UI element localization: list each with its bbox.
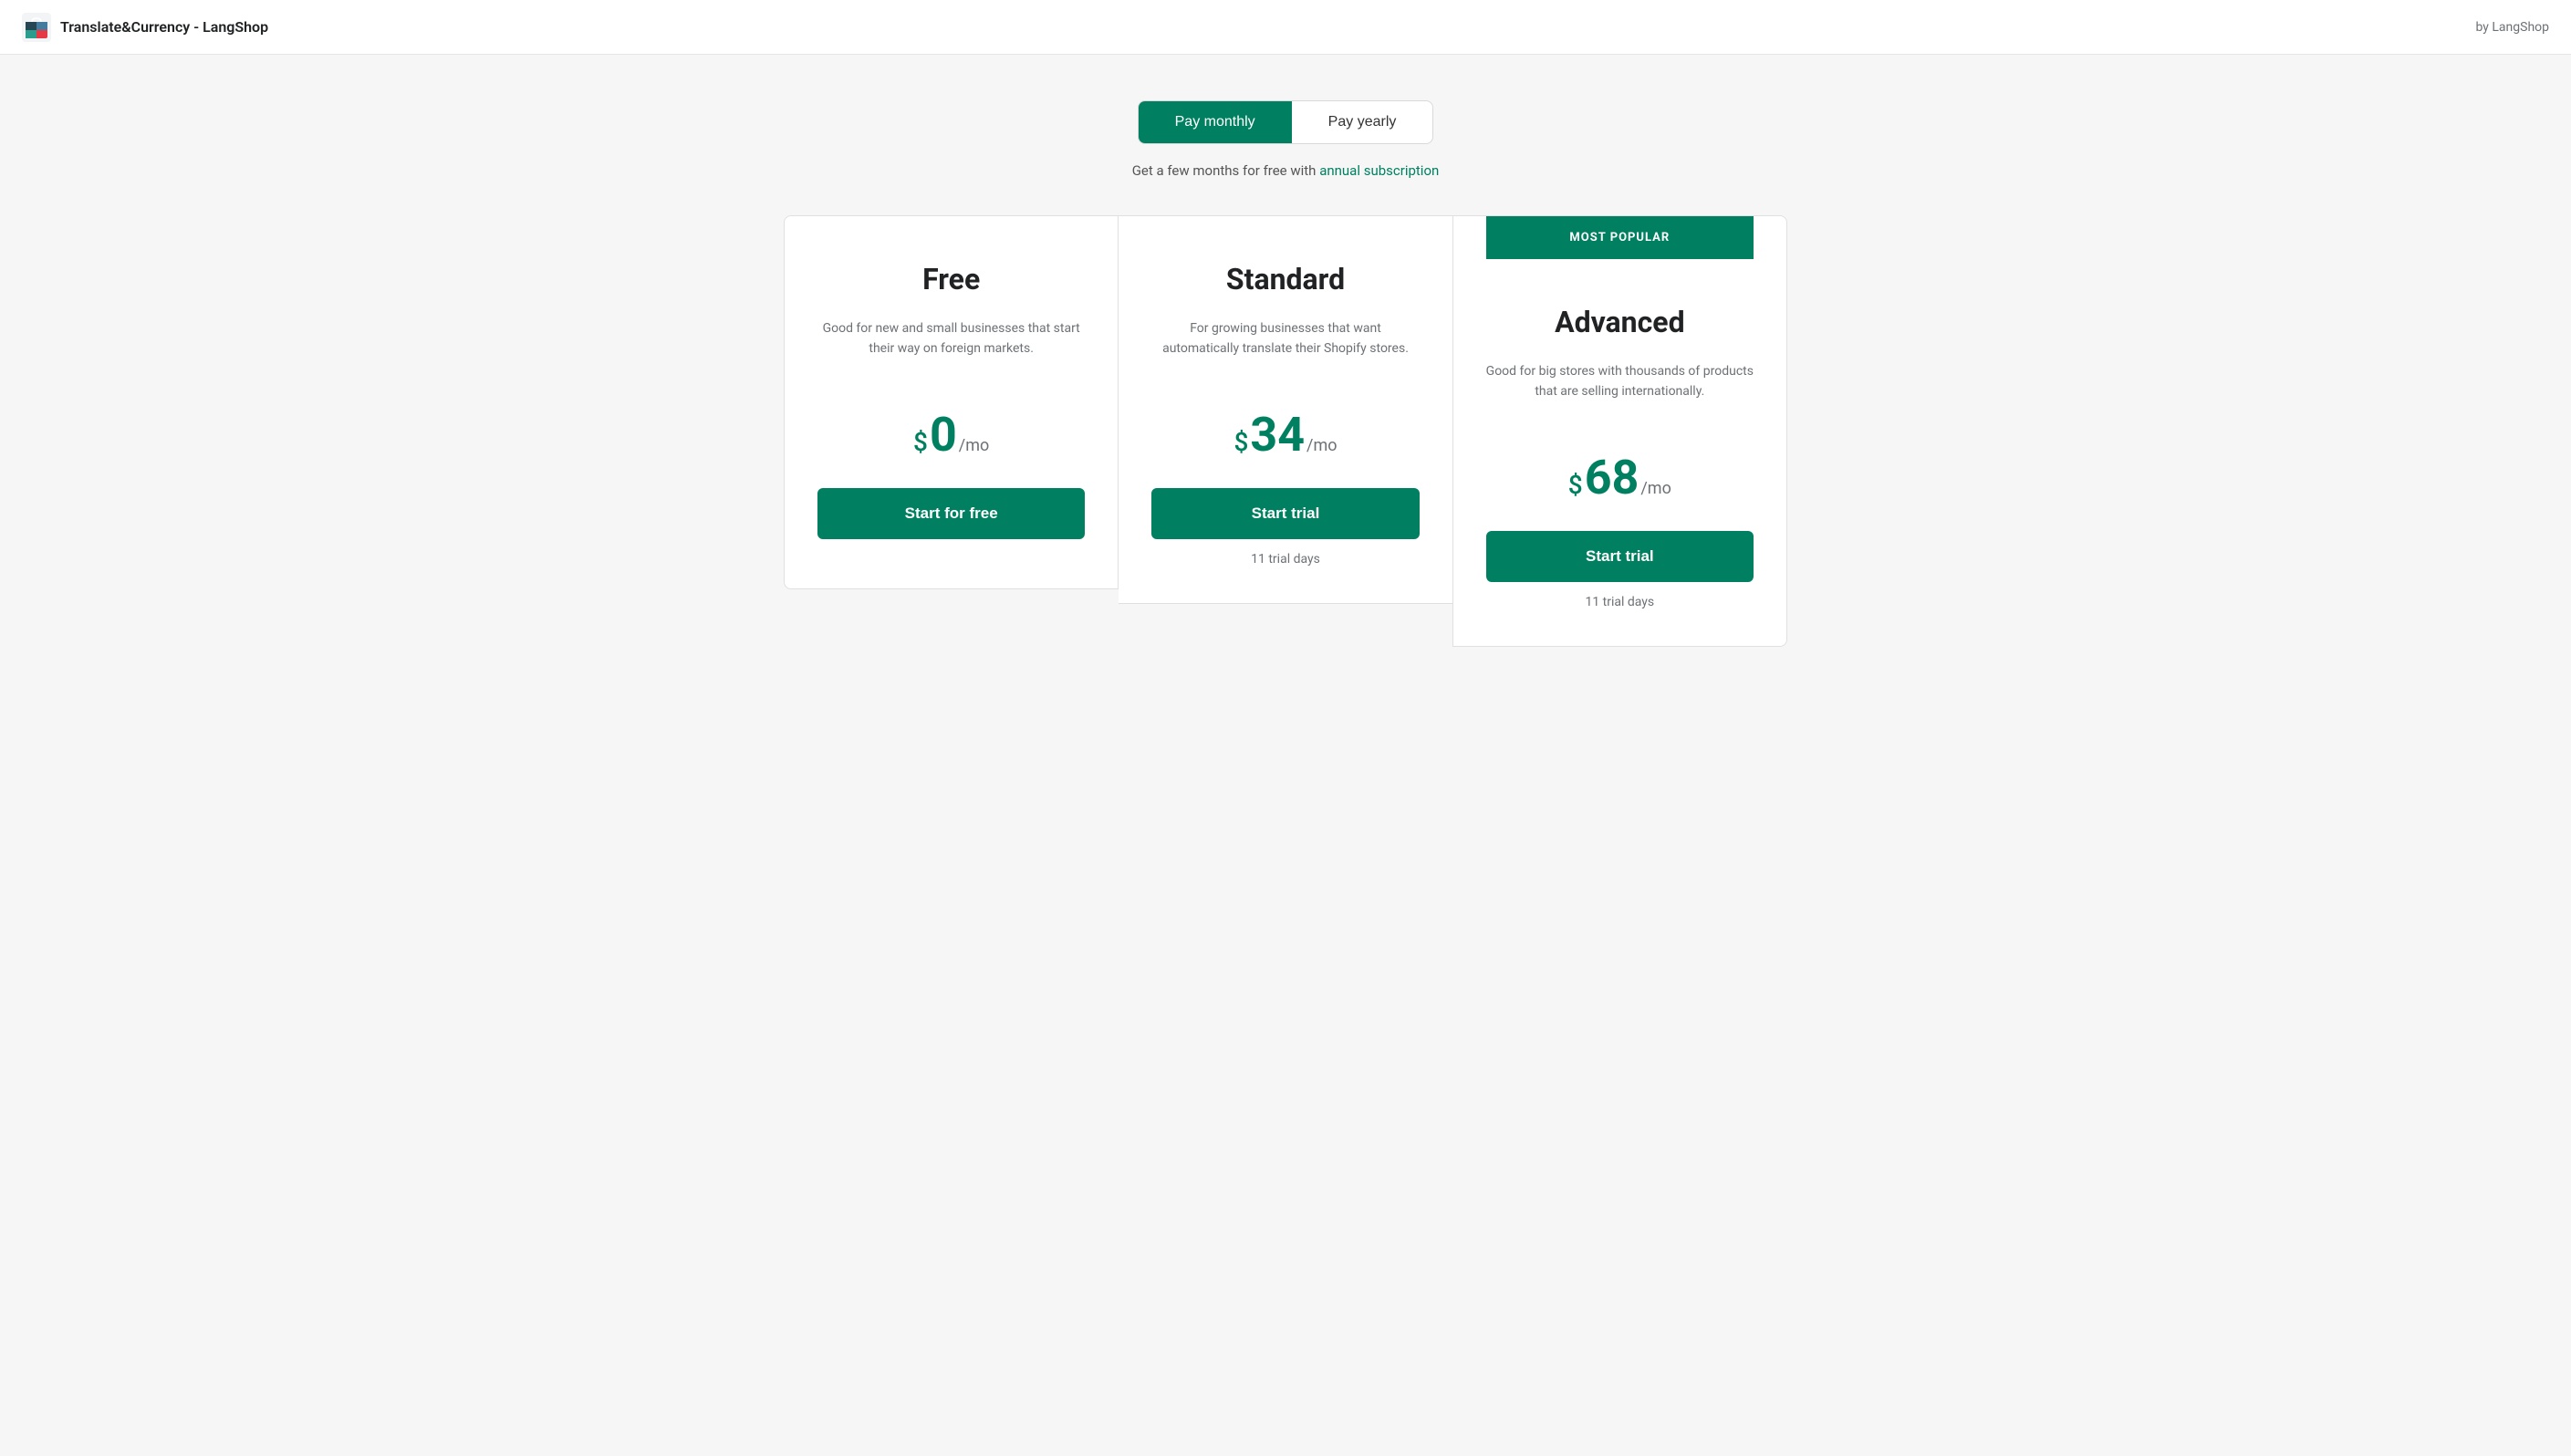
plan-card-advanced: MOST POPULAR Advanced Good for big store…	[1452, 215, 1787, 647]
plan-description-standard: For growing businesses that want automat…	[1151, 318, 1419, 382]
top-bar-left: Translate&Currency - LangShop	[22, 13, 268, 42]
plan-description-advanced: Good for big stores with thousands of pr…	[1486, 361, 1754, 425]
price-period-free: /mo	[959, 436, 989, 455]
annual-subscription-link[interactable]: annual subscription	[1319, 162, 1439, 179]
price-dollar-free: $	[913, 427, 928, 457]
pay-yearly-button[interactable]: Pay yearly	[1292, 101, 1433, 143]
price-dollar-advanced: $	[1568, 470, 1583, 500]
most-popular-badge: MOST POPULAR	[1486, 216, 1754, 259]
by-label: by LangShop	[2476, 20, 2550, 35]
plan-card-standard: Standard For growing businesses that wan…	[1119, 215, 1452, 604]
price-amount-free: 0	[930, 411, 957, 459]
billing-toggle: Pay monthly Pay yearly	[1138, 100, 1434, 144]
main-content: Pay monthly Pay yearly Get a few months …	[0, 55, 2571, 702]
app-icon	[22, 13, 51, 42]
price-amount-standard: 34	[1250, 411, 1305, 459]
pricing-cards: Free Good for new and small businesses t…	[784, 215, 1787, 647]
app-title: Translate&Currency - LangShop	[60, 18, 268, 36]
price-free: $ 0 /mo	[913, 411, 989, 459]
price-period-advanced: /mo	[1640, 479, 1671, 498]
plan-name-free: Free	[922, 262, 980, 296]
plan-name-advanced: Advanced	[1555, 305, 1685, 339]
price-dollar-standard: $	[1233, 427, 1248, 457]
plan-name-standard: Standard	[1226, 262, 1345, 296]
plan-card-free: Free Good for new and small businesses t…	[784, 215, 1119, 589]
price-period-standard: /mo	[1306, 436, 1337, 455]
price-amount-advanced: 68	[1585, 454, 1639, 502]
trial-text-advanced: 11 trial days	[1585, 595, 1654, 609]
billing-subtitle: Get a few months for free with annual su…	[1132, 162, 1440, 179]
start-trial-standard-button[interactable]: Start trial	[1151, 488, 1419, 539]
start-trial-advanced-button[interactable]: Start trial	[1486, 531, 1754, 582]
price-standard: $ 34 /mo	[1233, 411, 1337, 459]
plan-description-free: Good for new and small businesses that s…	[817, 318, 1085, 382]
price-advanced: $ 68 /mo	[1568, 454, 1671, 502]
pay-monthly-button[interactable]: Pay monthly	[1139, 101, 1292, 143]
trial-text-standard: 11 trial days	[1251, 552, 1320, 567]
start-free-button[interactable]: Start for free	[817, 488, 1085, 539]
top-bar: Translate&Currency - LangShop by LangSho…	[0, 0, 2571, 55]
